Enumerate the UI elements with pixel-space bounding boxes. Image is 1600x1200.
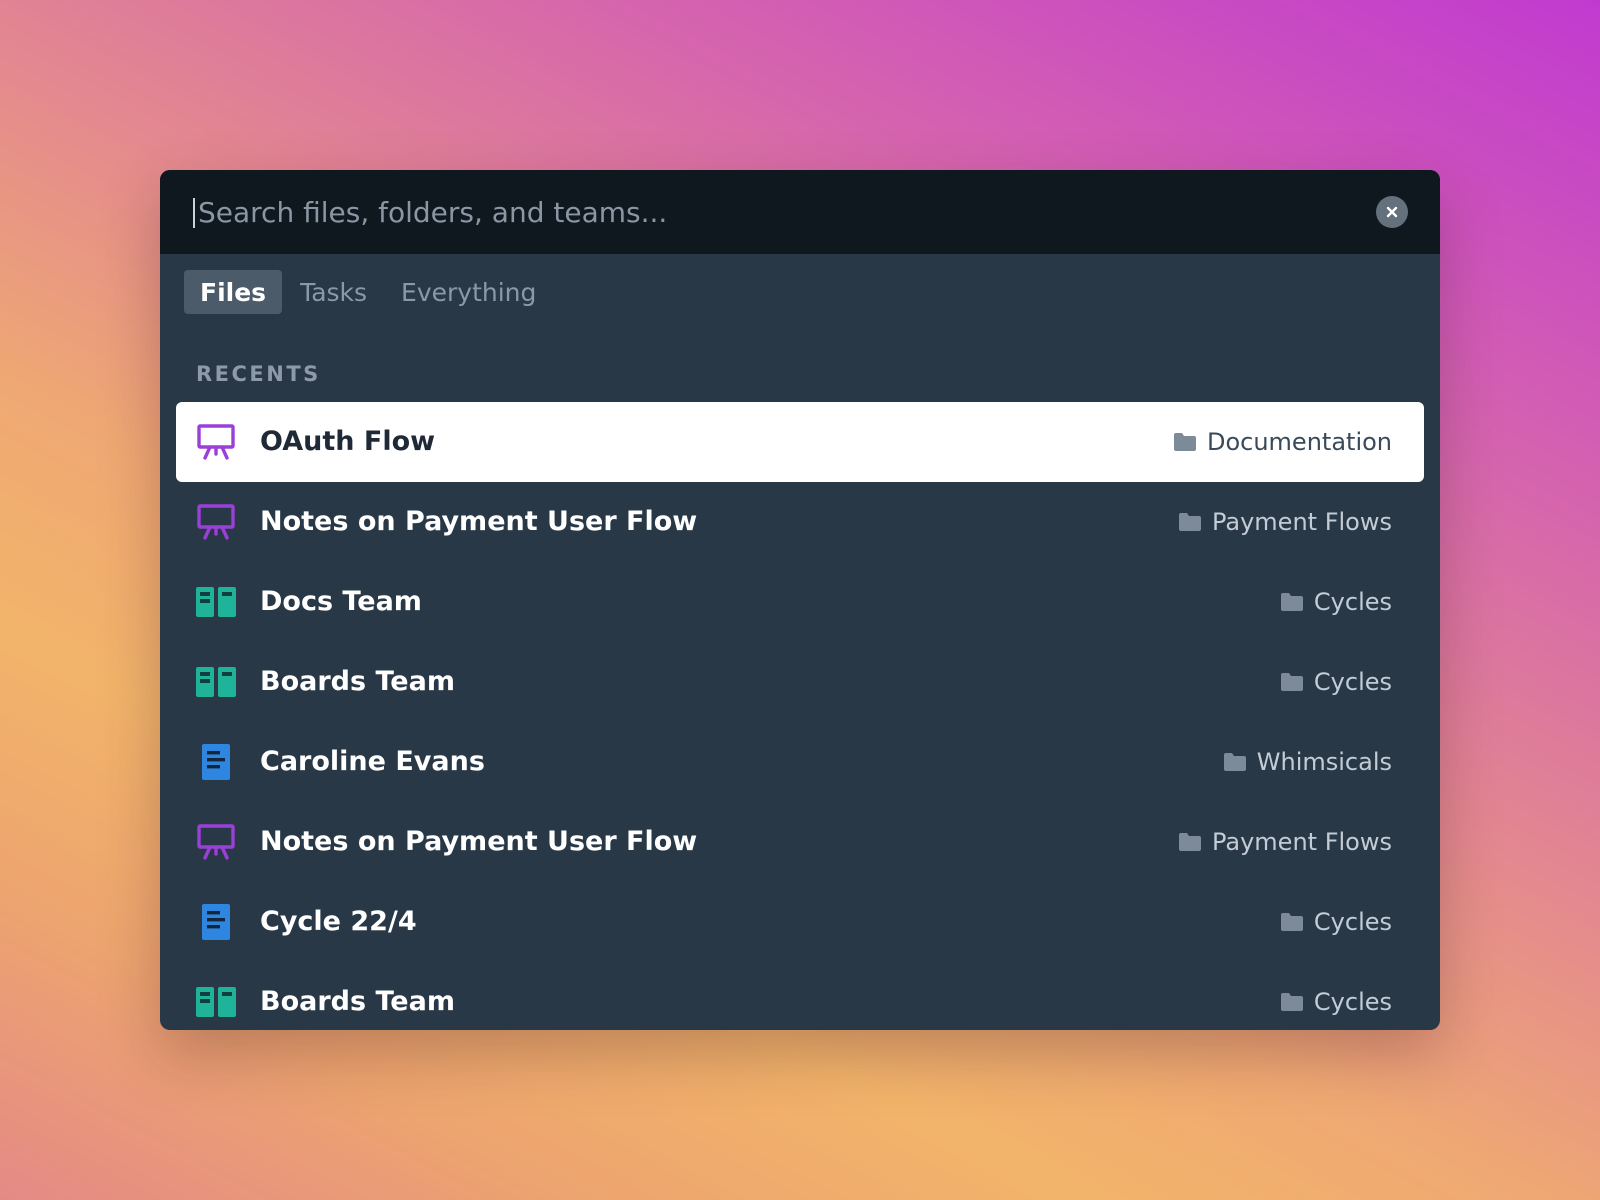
list-item[interactable]: Caroline Evans Whimsicals (176, 722, 1424, 802)
item-title: OAuth Flow (260, 426, 436, 457)
location-label: Documentation (1206, 428, 1392, 456)
location-label: Payment Flows (1212, 828, 1392, 856)
item-title: Notes on Payment User Flow (260, 506, 698, 537)
item-location: Payment Flows (1178, 482, 1392, 562)
board-icon (196, 664, 236, 700)
close-icon (1386, 206, 1398, 218)
list-item[interactable]: Docs Team Cycles (176, 562, 1424, 642)
clear-search-button[interactable] (1376, 196, 1408, 228)
tab-everything[interactable]: Everything (385, 270, 552, 314)
section-label-recents: RECENTS (196, 362, 321, 386)
text-caret (193, 198, 195, 228)
location-label: Cycles (1313, 908, 1392, 936)
item-title: Caroline Evans (260, 746, 485, 777)
location-label: Cycles (1313, 588, 1392, 616)
search-bar (160, 170, 1440, 254)
item-location: Payment Flows (1178, 802, 1392, 882)
folder-icon (1280, 593, 1303, 611)
document-icon (196, 904, 236, 940)
list-item[interactable]: Cycle 22/4 Cycles (176, 882, 1424, 962)
presentation-icon (196, 424, 236, 460)
location-label: Cycles (1313, 988, 1392, 1016)
item-location: Cycles (1280, 962, 1392, 1030)
folder-icon (1280, 913, 1303, 931)
item-location: Cycles (1280, 882, 1392, 962)
list-item[interactable]: Notes on Payment User Flow Payment Flows (176, 802, 1424, 882)
folder-icon (1173, 433, 1196, 451)
item-location: Cycles (1280, 642, 1392, 722)
item-location: Documentation (1173, 402, 1392, 482)
item-title: Docs Team (260, 586, 422, 617)
presentation-icon (196, 504, 236, 540)
list-item[interactable]: Notes on Payment User Flow Payment Flows (176, 482, 1424, 562)
item-title: Cycle 22/4 (260, 906, 417, 937)
search-input[interactable] (198, 186, 1318, 238)
tab-bar: Files Tasks Everything (184, 270, 554, 314)
list-item[interactable]: OAuth Flow Documentation (176, 402, 1424, 482)
board-icon (196, 984, 236, 1020)
recent-list: OAuth Flow Documentation Notes on Paymen… (176, 402, 1424, 1030)
document-icon (196, 744, 236, 780)
tab-files[interactable]: Files (184, 270, 283, 314)
item-title: Notes on Payment User Flow (260, 826, 698, 857)
item-title: Boards Team (260, 986, 455, 1017)
folder-icon (1223, 753, 1246, 771)
folder-icon (1179, 513, 1201, 531)
search-palette: Files Tasks Everything RECENTS OAuth Flo… (160, 170, 1440, 1030)
item-title: Boards Team (260, 666, 455, 697)
item-location: Cycles (1280, 562, 1392, 642)
list-item[interactable]: Boards Team Cycles (176, 642, 1424, 722)
location-label: Payment Flows (1212, 508, 1392, 536)
folder-icon (1280, 673, 1303, 691)
folder-icon (1280, 993, 1303, 1011)
item-location: Whimsicals (1223, 722, 1392, 802)
tab-tasks[interactable]: Tasks (284, 270, 383, 314)
board-icon (196, 584, 236, 620)
list-item[interactable]: Boards Team Cycles (176, 962, 1424, 1030)
location-label: Whimsicals (1256, 748, 1392, 776)
folder-icon (1179, 833, 1201, 851)
presentation-icon (196, 824, 236, 860)
location-label: Cycles (1313, 668, 1392, 696)
